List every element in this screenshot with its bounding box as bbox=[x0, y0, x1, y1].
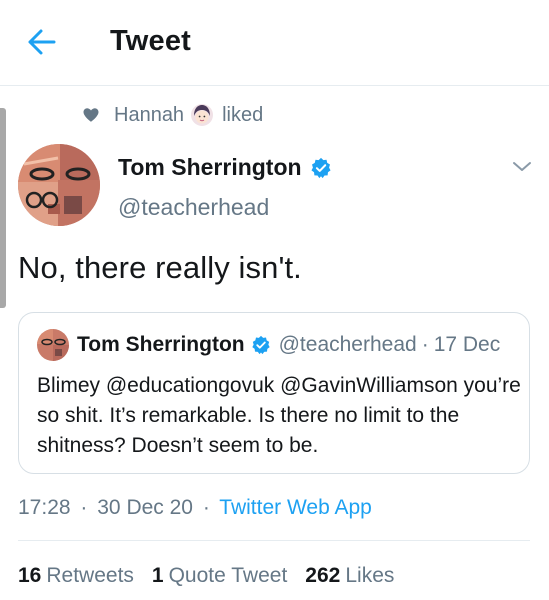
tweet-meta: 17:28 · 30 Dec 20 · Twitter Web App bbox=[18, 496, 372, 520]
verified-badge-icon bbox=[251, 335, 270, 355]
tweet-text: No, there really isn't. bbox=[18, 250, 302, 285]
author-handle[interactable]: @teacherhead bbox=[118, 194, 269, 221]
woman-face-emoji bbox=[191, 104, 214, 126]
separator-dot: · bbox=[80, 496, 88, 519]
quoted-date: 17 Dec bbox=[433, 333, 501, 356]
chevron-down-icon bbox=[513, 162, 531, 171]
author-name-text: Tom Sherrington bbox=[118, 154, 302, 180]
tweet-date: 30 Dec 20 bbox=[97, 496, 193, 519]
retweets-stat[interactable]: 16 Retweets bbox=[18, 564, 134, 588]
heart-icon bbox=[83, 108, 99, 122]
separator-dot: · bbox=[421, 333, 429, 356]
liked-label: liked bbox=[222, 103, 264, 126]
verified-badge-icon bbox=[311, 157, 331, 178]
quoted-tweet-text: Blimey @educationgovuk @GavinWilliamson … bbox=[37, 374, 521, 457]
quoted-tweet-card[interactable]: Tom Sherrington @teacherhead · 17 Dec Bl… bbox=[18, 312, 530, 474]
quote-tweets-stat[interactable]: 1 Quote Tweet bbox=[152, 564, 287, 588]
divider bbox=[18, 540, 530, 541]
quote-label: Quote Tweet bbox=[168, 564, 288, 587]
quoted-avatar bbox=[37, 329, 69, 361]
quoted-author-name: Tom Sherrington bbox=[77, 333, 245, 356]
quoted-header: Tom Sherrington @teacherhead · 17 Dec bbox=[77, 333, 500, 357]
quoted-avatar-image bbox=[37, 329, 69, 361]
scrollbar[interactable] bbox=[0, 108, 6, 308]
tweet-time: 17:28 bbox=[18, 496, 71, 519]
author-name[interactable]: Tom Sherrington bbox=[118, 154, 332, 181]
separator-dot: · bbox=[202, 496, 210, 519]
page-title: Tweet bbox=[110, 25, 192, 57]
quote-count: 1 bbox=[151, 564, 164, 587]
social-context: Hannah liked bbox=[82, 102, 263, 128]
avatar-image bbox=[18, 144, 100, 226]
tweet-menu-button[interactable] bbox=[510, 158, 534, 176]
tweet-source-link[interactable]: Twitter Web App bbox=[219, 496, 372, 519]
likes-count: 262 bbox=[305, 564, 341, 587]
retweets-count: 16 bbox=[18, 564, 42, 587]
quoted-author-handle: @teacherhead bbox=[278, 333, 417, 356]
engagement-stats: 16 Retweets 1 Quote Tweet 262 Likes bbox=[18, 564, 412, 588]
avatar[interactable] bbox=[18, 144, 100, 226]
retweets-label: Retweets bbox=[46, 564, 134, 587]
arrow-left-icon bbox=[28, 29, 56, 55]
top-app-bar: Tweet bbox=[0, 0, 549, 86]
likes-label: Likes bbox=[345, 564, 395, 587]
liker-name[interactable]: Hannah bbox=[114, 104, 184, 127]
likes-stat[interactable]: 262 Likes bbox=[305, 564, 394, 588]
back-button[interactable] bbox=[24, 26, 58, 58]
